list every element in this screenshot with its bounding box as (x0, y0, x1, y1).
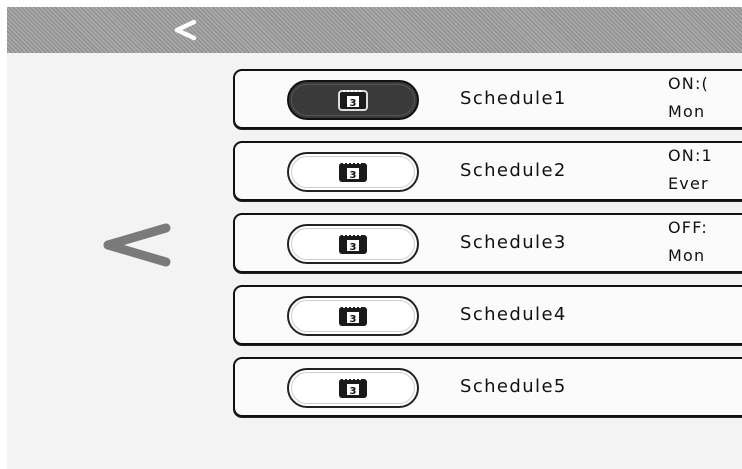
schedule-name: Schedule1 (460, 88, 567, 109)
header-back-button[interactable] (165, 15, 205, 45)
schedule-icon-pill[interactable]: 3 (287, 368, 419, 408)
pill-inner: 3 (291, 84, 415, 116)
calendar-icon: 3 (339, 162, 367, 182)
schedule-name: Schedule2 (460, 160, 567, 181)
schedule-repeat: Mon (668, 102, 706, 121)
schedule-status: ON:1 (668, 146, 713, 165)
calendar-icon: 3 (339, 234, 367, 254)
schedule-row[interactable]: 3 Schedule4 (233, 285, 742, 345)
schedule-name: Schedule4 (460, 304, 567, 325)
pill-inner: 3 (291, 300, 415, 332)
schedule-row[interactable]: 3 Schedule5 (233, 357, 742, 417)
calendar-day: 3 (350, 242, 357, 253)
schedule-name: Schedule3 (460, 232, 567, 253)
schedule-icon-pill[interactable]: 3 (287, 152, 419, 192)
schedule-name: Schedule5 (460, 376, 567, 397)
schedule-list: 3 Schedule1 ON:( Mon 3 Schedule2 ON:1 Ev… (233, 7, 742, 469)
schedule-row[interactable]: 3 Schedule3 OFF: Mon (233, 213, 742, 273)
calendar-day: 3 (350, 314, 357, 325)
schedule-repeat: Ever (668, 174, 709, 193)
schedule-row[interactable]: 3 Schedule1 ON:( Mon (233, 69, 742, 129)
calendar-day: 3 (350, 386, 357, 397)
schedule-icon-pill[interactable]: 3 (287, 80, 419, 120)
calendar-icon: 3 (338, 90, 368, 111)
calendar-day: 3 (350, 170, 357, 181)
chevron-left-icon (174, 19, 197, 41)
calendar-icon: 3 (339, 306, 367, 326)
pill-inner: 3 (291, 228, 415, 260)
pill-inner: 3 (291, 372, 415, 404)
schedule-repeat: Mon (668, 246, 706, 265)
schedule-icon-pill[interactable]: 3 (287, 296, 419, 336)
schedule-status: OFF: (668, 218, 708, 237)
previous-page-button[interactable] (95, 214, 175, 276)
calendar-day: 3 (350, 98, 357, 109)
calendar-icon: 3 (339, 378, 367, 398)
pill-inner: 3 (291, 156, 415, 188)
screen: 3 Schedule1 ON:( Mon 3 Schedule2 ON:1 Ev… (7, 7, 742, 469)
schedule-icon-pill[interactable]: 3 (287, 224, 419, 264)
chevron-left-icon (103, 223, 171, 267)
schedule-row[interactable]: 3 Schedule2 ON:1 Ever (233, 141, 742, 201)
schedule-status: ON:( (668, 74, 709, 93)
